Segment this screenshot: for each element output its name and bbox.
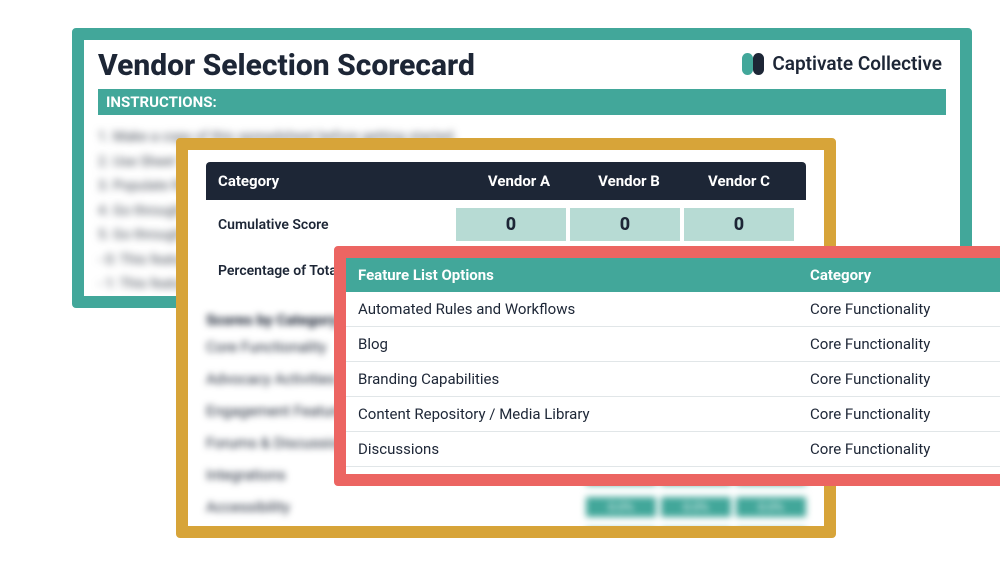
feature-row: BlogCore Functionality bbox=[346, 327, 1000, 362]
brand-logo-icon bbox=[742, 53, 764, 75]
vendor-c-value: 0 bbox=[684, 208, 794, 241]
vendor-table-header: Category Vendor A Vendor B Vendor C bbox=[206, 162, 806, 200]
brand: Captivate Collective bbox=[742, 52, 942, 75]
feature-category: Core Functionality bbox=[810, 370, 1000, 388]
col-vendor-b: Vendor B bbox=[574, 172, 684, 190]
vendor-b-value: 0 bbox=[570, 208, 680, 241]
feature-row: DiscussionsCore Functionality bbox=[346, 432, 1000, 467]
pct-cell: 0.0% bbox=[661, 497, 731, 517]
pct-cell: 0.0% bbox=[661, 529, 731, 538]
pct-cell: 0.0% bbox=[736, 529, 806, 538]
brand-name: Captivate Collective bbox=[772, 52, 942, 75]
feature-category: Core Functionality bbox=[810, 335, 1000, 353]
vendor-a-value: 0 bbox=[456, 208, 566, 241]
feature-name: Blog bbox=[358, 335, 810, 353]
feature-category: Core Functionality bbox=[810, 440, 1000, 458]
instructions-header: INSTRUCTIONS: bbox=[98, 89, 946, 115]
feature-name: Forums and Content Searchability bbox=[358, 475, 810, 486]
feature-name: Branding Capabilities bbox=[358, 370, 810, 388]
feature-name: Content Repository / Media Library bbox=[358, 405, 810, 423]
col-vendor-a: Vendor A bbox=[464, 172, 574, 190]
col-vendor-c: Vendor C bbox=[684, 172, 794, 190]
category-label: Accessibility bbox=[206, 498, 581, 516]
pct-cell: 0.0% bbox=[736, 497, 806, 517]
feature-row: Forums and Content SearchabilityCore Fun… bbox=[346, 467, 1000, 486]
pct-cell: 0.0% bbox=[586, 529, 656, 538]
row-label: Cumulative Score bbox=[218, 217, 452, 233]
feature-category: Core Functionality bbox=[810, 475, 1000, 486]
feature-row: Content Repository / Media LibraryCore F… bbox=[346, 397, 1000, 432]
feature-name: Automated Rules and Workflows bbox=[358, 300, 810, 318]
feature-table-header: Feature List Options Category bbox=[346, 258, 1000, 292]
feature-name: Discussions bbox=[358, 440, 810, 458]
feature-row: Automated Rules and WorkflowsCore Functi… bbox=[346, 292, 1000, 327]
vendor-row: Cumulative Score000 bbox=[206, 200, 806, 249]
feature-category: Core Functionality bbox=[810, 405, 1000, 423]
category-row: Accessibility0.0%0.0%0.0% bbox=[206, 497, 806, 517]
col-feature: Feature List Options bbox=[358, 266, 810, 284]
category-label: Other bbox=[206, 530, 581, 538]
feature-row: Branding CapabilitiesCore Functionality bbox=[346, 362, 1000, 397]
category-row: Other 0.0% 0.0% 0.0% bbox=[206, 529, 806, 538]
feature-category: Core Functionality bbox=[810, 300, 1000, 318]
col-feature-category: Category bbox=[810, 266, 1000, 284]
pct-cell: 0.0% bbox=[586, 497, 656, 517]
col-category: Category bbox=[218, 172, 464, 190]
feature-list-panel: Feature List Options Category Automated … bbox=[334, 246, 1000, 486]
